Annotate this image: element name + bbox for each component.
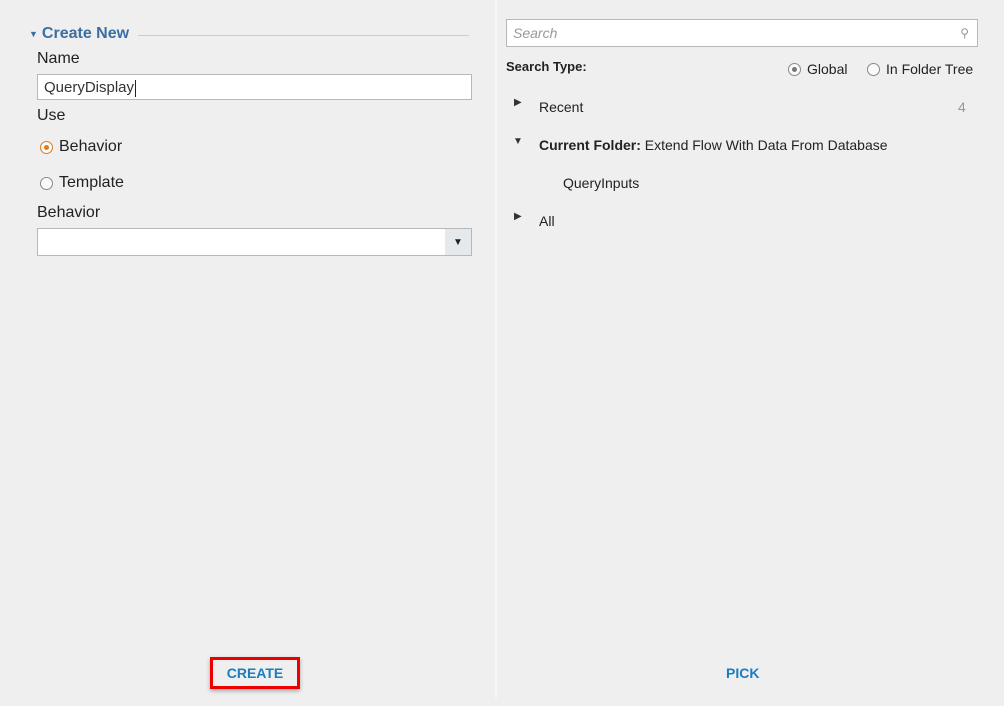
section-rule: [138, 35, 469, 36]
current-folder-prefix: Current Folder:: [539, 137, 641, 153]
panel-divider: [495, 0, 497, 698]
recent-count: 4: [958, 99, 966, 115]
search-type-folder-tree-radio[interactable]: In Folder Tree: [867, 61, 973, 77]
search-type-global-radio[interactable]: Global: [788, 61, 847, 77]
collapse-current-folder-icon[interactable]: ▼: [513, 136, 523, 147]
radio-selected-icon: [40, 140, 53, 154]
radio-label: Template: [59, 174, 124, 191]
search-placeholder: Search: [513, 25, 558, 41]
radio-icon: [867, 62, 880, 76]
search-type-label: Search Type:: [506, 59, 587, 74]
search-icon[interactable]: ⚲: [960, 26, 969, 40]
tree-item-current-folder[interactable]: Current Folder: Extend Flow With Data Fr…: [539, 137, 888, 153]
behavior-select[interactable]: ▼: [37, 228, 472, 256]
tree-item-all[interactable]: All: [539, 213, 555, 229]
dropdown-arrow-icon[interactable]: ▼: [445, 229, 471, 255]
name-value: QueryDisplay: [44, 79, 135, 96]
section-title: Create New: [41, 25, 130, 42]
search-input[interactable]: Search ⚲: [506, 19, 978, 47]
name-input[interactable]: QueryDisplay: [37, 74, 472, 100]
expand-all-icon[interactable]: ▶: [514, 211, 522, 222]
caret-down-icon: ▼: [29, 29, 38, 39]
radio-label: In Folder Tree: [886, 61, 974, 77]
radio-selected-icon: [788, 62, 801, 76]
use-behavior-radio[interactable]: Behavior: [40, 138, 122, 156]
current-folder-name: Extend Flow With Data From Database: [644, 137, 888, 153]
radio-label: Global: [807, 61, 848, 77]
use-label: Use: [37, 107, 66, 124]
radio-icon: [40, 176, 53, 190]
create-label: CREATE: [226, 665, 284, 681]
radio-label: Behavior: [59, 138, 123, 155]
name-label: Name: [37, 50, 80, 67]
expand-recent-icon[interactable]: ▶: [514, 97, 522, 108]
pick-button[interactable]: PICK: [726, 665, 759, 681]
use-template-radio[interactable]: Template: [40, 174, 124, 192]
behavior-label: Behavior: [37, 204, 101, 221]
tree-item-query-inputs[interactable]: QueryInputs: [563, 175, 639, 191]
create-button[interactable]: CREATE: [210, 657, 300, 689]
tree-item-recent[interactable]: Recent: [539, 99, 583, 115]
text-cursor: [135, 79, 137, 97]
create-new-section-toggle[interactable]: ▼ Create New: [29, 25, 129, 43]
